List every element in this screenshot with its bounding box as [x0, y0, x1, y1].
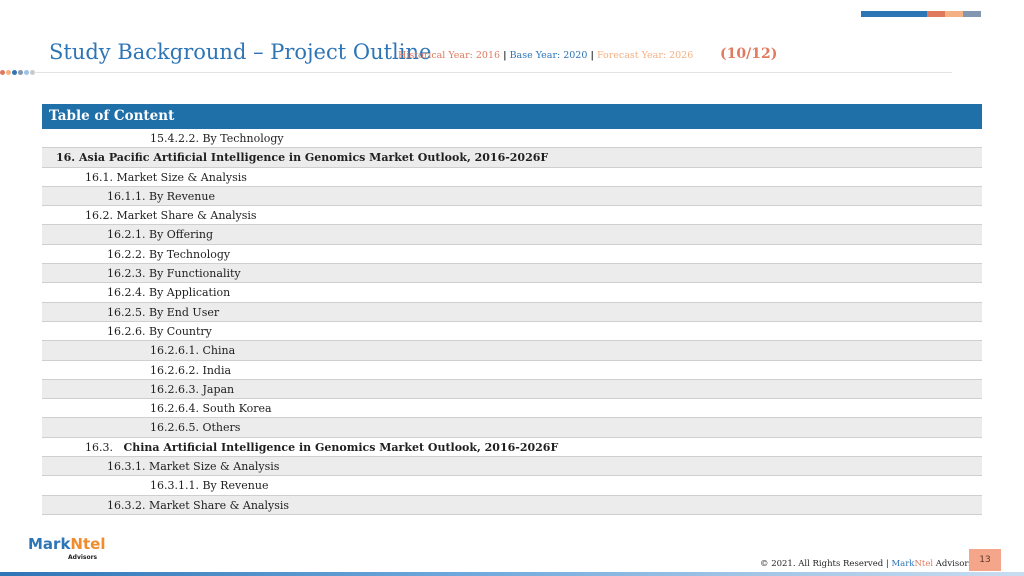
copyright-text: © 2021. All Rights Reserved |: [760, 559, 889, 569]
logo-ntel: Ntel: [70, 535, 106, 553]
toc-row-text: 16.2.3. By Functionality: [107, 267, 241, 281]
toc-row-text: 15.4.2.2. By Technology: [150, 132, 284, 145]
toc-row-text: 16.2.6.3. Japan: [150, 382, 235, 396]
page-number: 13: [969, 549, 1001, 571]
toc-row-text: 16.3.2. Market Share & Analysis: [107, 498, 290, 512]
toc-header: Table of Content: [42, 104, 982, 129]
toc-row-text: 16.2.6.5. Others: [150, 421, 241, 435]
historical-year: Historical Year: 2016: [398, 50, 501, 61]
toc-row-number: 16.3.: [85, 440, 113, 454]
toc-row-text: 16.2.6.2. India: [150, 363, 232, 377]
page-indicator: (10/12): [720, 46, 778, 62]
toc-row-text: 16.2.6.4. South Korea: [150, 402, 272, 416]
toc-row: 16.1. Market Size & Analysis: [42, 168, 982, 187]
toc-row-text: 16.3.1.1. By Revenue: [150, 479, 269, 493]
toc-row: 16.3.1. Market Size & Analysis: [42, 457, 982, 477]
toc-row-text: 16.1. Market Size & Analysis: [85, 170, 247, 184]
year-info: Historical Year: 2016 | Base Year: 2020 …: [398, 50, 693, 61]
footer-ntel: Ntel: [914, 559, 934, 569]
toc-row: 16.1.1. By Revenue: [42, 186, 982, 207]
toc-row: 16. Asia Pacific Artificial Intelligence…: [42, 148, 982, 168]
toc-row: 16.3. China Artificial Intelligence in G…: [42, 438, 982, 458]
markntel-logo: MarkNtel Advisors: [28, 535, 106, 562]
footer-advisors: Advisors: [935, 559, 973, 569]
table-of-content: Table of Content 15.4.2.2. By Technology…: [42, 104, 982, 515]
base-year: Base Year: 2020: [509, 50, 588, 61]
toc-row-text: 16.2.6.1. China: [150, 344, 236, 358]
toc-row-text: 16.1.1. By Revenue: [107, 189, 215, 203]
forecast-year: Forecast Year: 2026: [596, 50, 694, 61]
logo-sub: Advisors: [68, 554, 98, 561]
toc-row-text: 16.3.1. Market Size & Analysis: [107, 460, 280, 474]
toc-row: 16.2.3. By Functionality: [42, 264, 982, 284]
top-accent-bar: [861, 11, 981, 17]
logo-mark: Mark: [28, 535, 71, 553]
toc-row: 16.2.5. By End User: [42, 302, 982, 322]
toc-row-text: 16.2.4. By Application: [107, 286, 231, 300]
toc-row: 16.2.6.3. Japan: [42, 379, 982, 400]
footer-copyright: © 2021. All Rights Reserved | MarkNtel A…: [760, 559, 973, 569]
toc-row: 16.2.1. By Offering: [42, 225, 982, 245]
page-title: Study Background – Project Outline: [49, 40, 432, 64]
toc-row-text: 16. Asia Pacific Artificial Intelligence…: [56, 151, 549, 165]
toc-row: 15.4.2.2. By Technology: [42, 129, 982, 149]
bottom-gradient-bar: [0, 572, 1024, 576]
toc-row-text: 16.2.5. By End User: [107, 305, 220, 319]
toc-row: 16.2.6.4. South Korea: [42, 399, 982, 419]
toc-row: 16.3.2. Market Share & Analysis: [42, 495, 982, 515]
toc-row: 16.2.6.1. China: [42, 341, 982, 361]
toc-row-text: 16.2.6. By Country: [107, 324, 212, 338]
toc-row: 16.2. Market Share & Analysis: [42, 206, 982, 226]
separator: |: [503, 50, 507, 61]
toc-row: 16.2.6.2. India: [42, 361, 982, 380]
toc-row: 16.2.6.5. Others: [42, 418, 982, 438]
toc-row-text: 16.2.2. By Technology: [107, 247, 231, 261]
toc-row-text: 16.2.1. By Offering: [107, 228, 214, 242]
toc-row-text: 16.2. Market Share & Analysis: [85, 209, 257, 223]
footer-mark: Mark: [891, 559, 915, 569]
header-divider: [34, 72, 952, 73]
toc-row: 16.2.6. By Country: [42, 322, 982, 342]
toc-row: 16.2.2. By Technology: [42, 245, 982, 265]
separator: |: [590, 50, 594, 61]
toc-row-text: China Artificial Intelligence in Genomic…: [123, 440, 559, 454]
toc-row: 16.2.4. By Application: [42, 283, 982, 303]
toc-row: 16.3.1.1. By Revenue: [42, 476, 982, 496]
decorative-dots: [0, 70, 35, 75]
